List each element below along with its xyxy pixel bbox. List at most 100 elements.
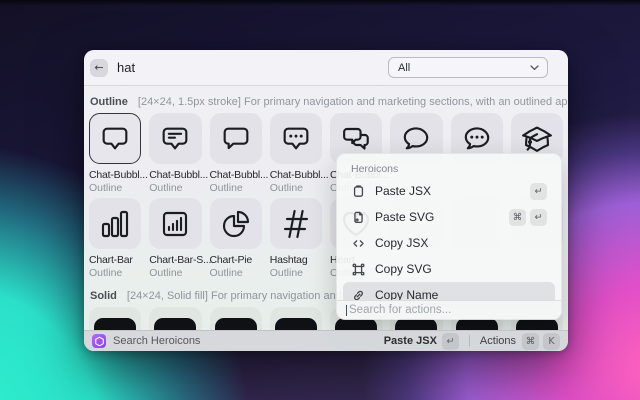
- menu-item-copy-jsx[interactable]: Copy JSX: [343, 230, 555, 256]
- chart-bar-icon: [99, 208, 131, 240]
- status-bar: Search Heroicons Paste JSX ↵ Actions ⌘K: [84, 330, 568, 351]
- chat-bubble-oval-left-ellipsis-icon: [461, 123, 493, 155]
- icon-result-name: Chart-Bar: [89, 254, 141, 267]
- chat-bubble-left-icon: [220, 123, 252, 155]
- icon-result-cell: [270, 307, 322, 330]
- icon-result-tile[interactable]: [89, 113, 141, 164]
- chat-bubble-left-right-icon: [340, 123, 372, 155]
- academic-cap-icon: [521, 123, 553, 155]
- chart-pie-icon: [220, 208, 252, 240]
- clipboard-icon: [351, 184, 366, 199]
- solid-chat-bubble-icon: [215, 318, 257, 330]
- launcher-window: ← hat All Outline [24×24, 1.5px stroke] …: [84, 50, 568, 351]
- icon-result-cell: [89, 307, 141, 330]
- icon-result-style: Outline: [270, 267, 322, 280]
- icon-result-name: Chart-Pie: [210, 254, 262, 267]
- clipboard-plus-icon: [351, 210, 366, 225]
- menu-item-label: Copy JSX: [375, 236, 428, 250]
- icon-result-tile[interactable]: [210, 113, 262, 164]
- search-query-input[interactable]: hat: [117, 60, 135, 75]
- icon-result-tile[interactable]: [149, 198, 201, 249]
- solid-chat-bubble-icon: [275, 318, 317, 330]
- icon-result-name: Chat-Bubbl...: [89, 169, 141, 182]
- menu-item-paste-svg[interactable]: Paste SVG ⌘↵: [343, 204, 555, 230]
- filter-dropdown-value: All: [398, 62, 410, 74]
- icon-result-style: Outline: [270, 182, 322, 195]
- icon-result-style: Outline: [149, 182, 201, 195]
- enter-key-icon: ↵: [530, 183, 547, 200]
- icon-result-tile[interactable]: [210, 198, 262, 249]
- chart-bar-square-icon: [159, 208, 191, 240]
- filter-dropdown[interactable]: All: [388, 57, 548, 78]
- icon-result-tile[interactable]: [210, 307, 262, 330]
- icon-result-tile[interactable]: [270, 113, 322, 164]
- primary-action-button[interactable]: Paste JSX ↵: [384, 333, 459, 350]
- icon-result-name: Chat-Bubbl...: [149, 169, 201, 182]
- code-icon: [351, 236, 366, 251]
- icon-result-style: Outline: [89, 267, 141, 280]
- chat-bubble-bottom-center-text-icon: [159, 123, 191, 155]
- app-name: Search Heroicons: [113, 335, 200, 347]
- icon-result-cell: Chat-Bubbl...Outline: [149, 113, 201, 195]
- heroicons-logo-icon: [92, 334, 106, 348]
- menu-item-copy-svg[interactable]: Copy SVG: [343, 256, 555, 282]
- command-key-icon: ⌘: [522, 333, 539, 350]
- icon-result-style: Outline: [210, 182, 262, 195]
- actions-search-input[interactable]: Search for actions...: [337, 300, 561, 319]
- actions-button-label: Actions: [480, 335, 516, 347]
- icon-result-name: Chat-Bubbl...: [210, 169, 262, 182]
- icon-result-cell: [149, 307, 201, 330]
- icon-result-tile[interactable]: [149, 113, 201, 164]
- chat-bubble-left-ellipsis-icon: [280, 123, 312, 155]
- actions-shortcut-keys: ⌘K: [522, 333, 560, 350]
- actions-menu-title: Heroicons: [337, 154, 561, 175]
- chat-bubble-oval-left-icon: [400, 123, 432, 155]
- icon-result-cell: Chart-BarOutline: [89, 198, 141, 280]
- icon-result-name: Chat-Bubbl...: [270, 169, 322, 182]
- icon-result-cell: Chart-PieOutline: [210, 198, 262, 280]
- icon-result-style: Outline: [210, 267, 262, 280]
- solid-chat-bubble-icon: [94, 318, 136, 330]
- selection-icon: [351, 262, 366, 277]
- icon-result-tile[interactable]: [149, 307, 201, 330]
- footer-divider: [469, 335, 470, 347]
- menu-item-shortcut: ↵: [530, 183, 547, 200]
- text-cursor: [346, 305, 347, 316]
- menu-item-paste-jsx[interactable]: Paste JSX ↵: [343, 178, 555, 204]
- icon-result-tile[interactable]: [89, 307, 141, 330]
- icon-result-tile[interactable]: [89, 198, 141, 249]
- icon-result-style: Outline: [149, 267, 201, 280]
- enter-key-icon: ↵: [530, 209, 547, 226]
- icon-result-tile[interactable]: [270, 198, 322, 249]
- menu-item-label: Paste SVG: [375, 210, 434, 224]
- icon-result-cell: [210, 307, 262, 330]
- icon-result-cell: Chat-Bubbl...Outline: [270, 113, 322, 195]
- enter-key-icon: ↵: [442, 333, 459, 350]
- icon-result-tile[interactable]: [270, 307, 322, 330]
- section-meta: [24×24, 1.5px stroke] For primary naviga…: [138, 96, 568, 108]
- menu-item-shortcut: ⌘↵: [509, 209, 547, 226]
- menu-item-label: Paste JSX: [375, 184, 431, 198]
- section-title: Solid: [90, 290, 117, 302]
- primary-action-label: Paste JSX: [384, 335, 437, 347]
- chat-bubble-bottom-center-icon: [99, 123, 131, 155]
- command-key-icon: ⌘: [509, 209, 526, 226]
- actions-menu-items: Paste JSX↵Paste SVG⌘↵Copy JSXCopy SVGCop…: [343, 178, 555, 308]
- hashtag-icon: [280, 208, 312, 240]
- icon-result-name: Chart-Bar-S...: [149, 254, 201, 267]
- icon-result-cell: Chart-Bar-S...Outline: [149, 198, 201, 280]
- chevron-down-icon: [530, 65, 539, 71]
- icon-result-style: Outline: [89, 182, 141, 195]
- icon-result-cell: Chat-Bubbl...Outline: [210, 113, 262, 195]
- section-title: Outline: [90, 96, 128, 108]
- actions-search-placeholder: Search for actions...: [349, 304, 451, 316]
- icon-result-name: Hashtag: [270, 254, 322, 267]
- back-button[interactable]: ←: [90, 59, 108, 77]
- icon-result-cell: HashtagOutline: [270, 198, 322, 280]
- menu-item-label: Copy SVG: [375, 262, 432, 276]
- key-k: K: [543, 333, 560, 350]
- search-bar: ← hat All: [84, 50, 568, 86]
- actions-menu: Heroicons Paste JSX ↵ Paste SVG ⌘↵ Copy JSX C…: [336, 153, 562, 320]
- actions-button[interactable]: Actions ⌘K: [480, 333, 560, 350]
- outline-section-header: Outline [24×24, 1.5px stroke] For primar…: [90, 96, 562, 108]
